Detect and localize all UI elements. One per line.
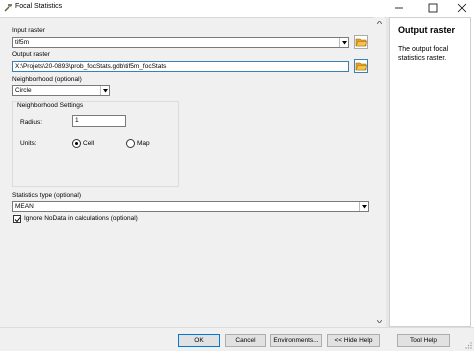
ignore-nodata-checkbox[interactable] bbox=[13, 215, 21, 223]
input-raster-value: tif5m bbox=[15, 39, 30, 46]
scroll-down-button[interactable] bbox=[374, 316, 385, 327]
output-raster-value: X:\Projets\20-0893\prob_focStats.gdb\tif… bbox=[15, 63, 167, 70]
input-raster-browse-button[interactable] bbox=[354, 35, 368, 49]
neighborhood-dropdown[interactable]: Circle bbox=[12, 85, 110, 96]
chevron-down-icon[interactable] bbox=[359, 202, 368, 211]
resize-grip-icon[interactable] bbox=[464, 341, 472, 349]
minimize-button[interactable] bbox=[387, 0, 411, 15]
units-map-radio[interactable] bbox=[126, 139, 135, 148]
chevron-down-icon[interactable] bbox=[100, 86, 109, 95]
parameters-pane: Input raster tif5m Output raster X:\Proj… bbox=[0, 17, 386, 327]
check-icon bbox=[14, 217, 21, 223]
chevron-up-icon bbox=[377, 21, 382, 24]
output-raster-label: Output raster bbox=[12, 51, 50, 58]
radius-value: 1 bbox=[75, 117, 79, 124]
units-map-label: Map bbox=[137, 140, 150, 147]
tool-help-button[interactable]: Tool Help bbox=[397, 334, 450, 347]
neighborhood-settings-title: Neighborhood Settings bbox=[17, 102, 84, 109]
scroll-up-button[interactable] bbox=[374, 17, 385, 28]
help-description: The output focal statistics raster. bbox=[398, 46, 449, 62]
chevron-down-icon[interactable] bbox=[339, 38, 348, 47]
output-raster-input[interactable]: X:\Projets\20-0893\prob_focStats.gdb\tif… bbox=[12, 61, 349, 72]
chevron-down-icon bbox=[377, 320, 382, 323]
hide-help-button[interactable]: << Hide Help bbox=[327, 334, 380, 347]
window-title: Focal Statistics bbox=[15, 3, 63, 10]
folder-icon bbox=[354, 59, 368, 73]
statistics-type-label: Statistics type (optional) bbox=[12, 192, 82, 199]
ignore-nodata-label: Ignore NoData in calculations (optional) bbox=[24, 215, 138, 222]
input-raster-label: Input raster bbox=[12, 27, 45, 34]
ok-button[interactable]: OK bbox=[178, 334, 220, 347]
folder-icon bbox=[354, 35, 368, 49]
maximize-button[interactable] bbox=[421, 0, 445, 15]
units-label: Units: bbox=[20, 140, 37, 147]
units-cell-radio[interactable] bbox=[72, 139, 81, 148]
statistics-type-dropdown[interactable]: MEAN bbox=[12, 201, 369, 212]
button-bar: OK Cancel Environments... << Hide Help T… bbox=[0, 327, 474, 351]
help-title: Output raster bbox=[398, 25, 456, 35]
radio-selected-dot bbox=[75, 142, 78, 145]
neighborhood-settings-group bbox=[12, 101, 179, 187]
environments-button[interactable]: Environments... bbox=[270, 334, 322, 347]
title-bar: Focal Statistics bbox=[0, 0, 474, 15]
input-raster-dropdown[interactable]: tif5m bbox=[12, 37, 349, 48]
hammer-icon bbox=[3, 2, 14, 13]
radius-input[interactable]: 1 bbox=[72, 115, 126, 127]
units-cell-label: Cell bbox=[83, 140, 95, 147]
close-button[interactable] bbox=[450, 0, 474, 15]
help-pane: Output raster The output focal statistic… bbox=[389, 17, 471, 327]
radius-label: Radius: bbox=[20, 119, 43, 126]
vertical-scrollbar[interactable] bbox=[374, 17, 385, 327]
neighborhood-label: Neighborhood (optional) bbox=[12, 76, 82, 83]
statistics-type-value: MEAN bbox=[15, 203, 34, 210]
cancel-button[interactable]: Cancel bbox=[225, 334, 266, 347]
output-raster-browse-button[interactable] bbox=[354, 59, 368, 73]
neighborhood-value: Circle bbox=[15, 87, 32, 94]
